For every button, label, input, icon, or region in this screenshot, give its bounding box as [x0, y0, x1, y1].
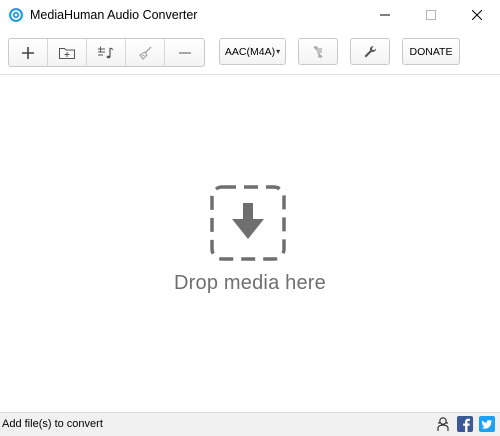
add-icon — [22, 46, 34, 59]
clear-list-button[interactable] — [126, 39, 165, 66]
drop-media-text: Drop media here — [174, 272, 326, 294]
app-window: MediaHuman Audio Converter AAC(M4A) ▾ DO… — [0, 0, 500, 436]
add-folder-icon — [59, 47, 75, 59]
maximize-button[interactable] — [408, 0, 454, 30]
playlist-icon — [98, 46, 114, 58]
add-folder-button[interactable] — [48, 39, 87, 66]
file-actions-group — [8, 38, 205, 67]
title-bar[interactable]: MediaHuman Audio Converter — [0, 0, 500, 30]
sync-itunes-icon — [313, 45, 323, 58]
remove-icon — [178, 51, 191, 54]
app-logo-icon — [8, 7, 24, 23]
window-title: MediaHuman Audio Converter — [30, 8, 198, 22]
status-bar: Add file(s) to convert — [0, 412, 500, 436]
toolbar: AAC(M4A) ▾ DONATE — [0, 30, 500, 74]
maximize-icon — [426, 10, 436, 20]
output-format-select[interactable]: AAC(M4A) ▾ — [219, 38, 286, 65]
support-icon[interactable] — [435, 416, 451, 432]
facebook-icon[interactable] — [457, 416, 473, 432]
clear-list-icon — [139, 46, 152, 60]
status-text: Add file(s) to convert — [2, 418, 103, 430]
minimize-icon — [380, 14, 390, 16]
remove-button[interactable] — [165, 39, 204, 66]
close-icon — [472, 10, 482, 20]
drop-download-icon — [210, 185, 286, 261]
sync-itunes-button[interactable] — [298, 38, 338, 65]
add-files-button[interactable] — [9, 39, 48, 66]
wrench-icon — [364, 45, 376, 57]
twitter-icon[interactable] — [479, 416, 495, 432]
close-button[interactable] — [454, 0, 500, 30]
add-playlist-button[interactable] — [87, 39, 126, 66]
minimize-button[interactable] — [362, 0, 408, 30]
settings-button[interactable] — [350, 38, 390, 65]
output-format-label: AAC(M4A) — [224, 45, 276, 58]
donate-button[interactable]: DONATE — [402, 38, 460, 65]
drop-zone[interactable]: Drop media here — [0, 74, 500, 412]
chevron-down-icon: ▾ — [276, 47, 281, 56]
